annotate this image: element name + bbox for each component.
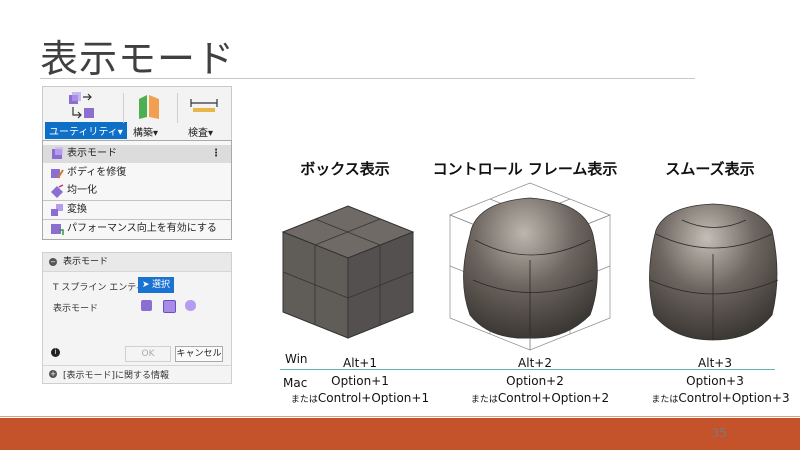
select-button-label: 選択 [152, 280, 171, 290]
box-mac-shortcut: Option+1 [331, 374, 389, 388]
construct-plane-icon [139, 95, 159, 119]
menu-item-repair-body[interactable]: ボディを修復 [43, 164, 231, 182]
cancel-button[interactable]: キャンセル [175, 346, 223, 362]
box-mode-heading: ボックス表示 [300, 160, 390, 178]
ribbon-separator [177, 93, 178, 123]
smooth-mode-heading: スムーズ表示 [665, 160, 755, 178]
menu-item-label: 変換 [67, 204, 87, 215]
frame-win-shortcut: Alt+2 [518, 356, 552, 370]
dialog-divider [43, 365, 231, 366]
info-icon[interactable]: i [51, 348, 60, 357]
smooth-win-shortcut: Alt+3 [698, 356, 732, 370]
ribbon-separator [123, 93, 124, 123]
cursor-icon: ➤ [142, 280, 150, 290]
inspect-group[interactable]: 検査▾ [179, 87, 229, 141]
menu-item-performance[interactable]: パフォーマンス向上を有効にする [43, 220, 231, 238]
repair-body-icon [51, 169, 64, 179]
utility-menu-label[interactable]: ユーティリティ▾ [45, 122, 127, 139]
control-frame-mode-icon[interactable] [163, 300, 176, 313]
menu-item-display-mode[interactable]: 表示モード ⋮ [43, 145, 231, 163]
menu-item-label: 表示モード [67, 148, 117, 159]
menu-item-label: ボディを修復 [67, 167, 127, 178]
control-frame-cube-image [449, 182, 611, 351]
help-link[interactable]: [表示モード]に関する情報 [63, 368, 169, 381]
smooth-mac-alt-shortcut: またはControl+Option+3 [651, 391, 790, 405]
utility-dropdown-menu: 表示モード ⋮ ボディを修復 均一化 変換 パフォーマンス向上を有効にする [42, 140, 232, 240]
dialog-title: 表示モード [63, 257, 109, 267]
dialog-header: − 表示モード [43, 253, 231, 272]
title-divider [40, 78, 695, 79]
slide-title: 表示モード [40, 37, 236, 81]
construct-group[interactable]: 構築▾ [125, 87, 175, 141]
menu-item-label: 均一化 [67, 185, 97, 196]
smooth-mac-shortcut: Option+3 [686, 374, 744, 388]
ok-button[interactable]: OK [125, 346, 171, 362]
utility-icon [69, 92, 94, 119]
more-options-icon[interactable]: ⋮ [211, 145, 221, 163]
box-mode-icon[interactable] [141, 300, 152, 311]
footer-line [0, 416, 800, 417]
frame-mac-alt-shortcut: またはControl+Option+2 [470, 391, 610, 405]
menu-item-label: パフォーマンス向上を有効にする [67, 223, 217, 234]
smooth-cube-image [649, 203, 779, 341]
measure-icon [190, 99, 218, 112]
frame-mac-shortcut: Option+2 [506, 374, 564, 388]
uniform-icon [51, 184, 64, 198]
menu-item-convert[interactable]: 変換 [43, 201, 231, 220]
display-mode-dialog: − 表示モード T スプライン エンティティ ➤ 選択 表示モード i OK キ… [42, 252, 232, 384]
display-mode-icon [52, 147, 63, 159]
box-cube-image [281, 205, 415, 339]
performance-icon [51, 224, 64, 235]
menu-item-uniform[interactable]: 均一化 [43, 182, 231, 201]
construct-menu-label[interactable]: 構築▾ [133, 124, 158, 139]
utility-group[interactable]: ユーティリティ▾ [43, 87, 127, 141]
page-number: 35 [711, 426, 727, 440]
mac-row-label: Mac [283, 376, 308, 390]
smooth-mode-icon[interactable] [185, 300, 196, 311]
expand-icon[interactable]: + [49, 370, 57, 378]
select-button[interactable]: ➤ 選択 [138, 277, 175, 293]
ribbon-toolbar: ユーティリティ▾ 構築▾ 検査▾ [42, 86, 232, 141]
footer-bar [0, 418, 800, 450]
inspect-menu-label[interactable]: 検査▾ [188, 124, 213, 139]
control-frame-heading: コントロール フレーム表示 [432, 160, 618, 178]
display-mode-label: 表示モード [53, 304, 99, 314]
convert-icon [51, 204, 63, 216]
collapse-icon[interactable]: − [49, 258, 57, 266]
box-win-shortcut: Alt+1 [343, 356, 377, 370]
box-mac-alt-shortcut: またはControl+Option+1 [290, 391, 430, 405]
